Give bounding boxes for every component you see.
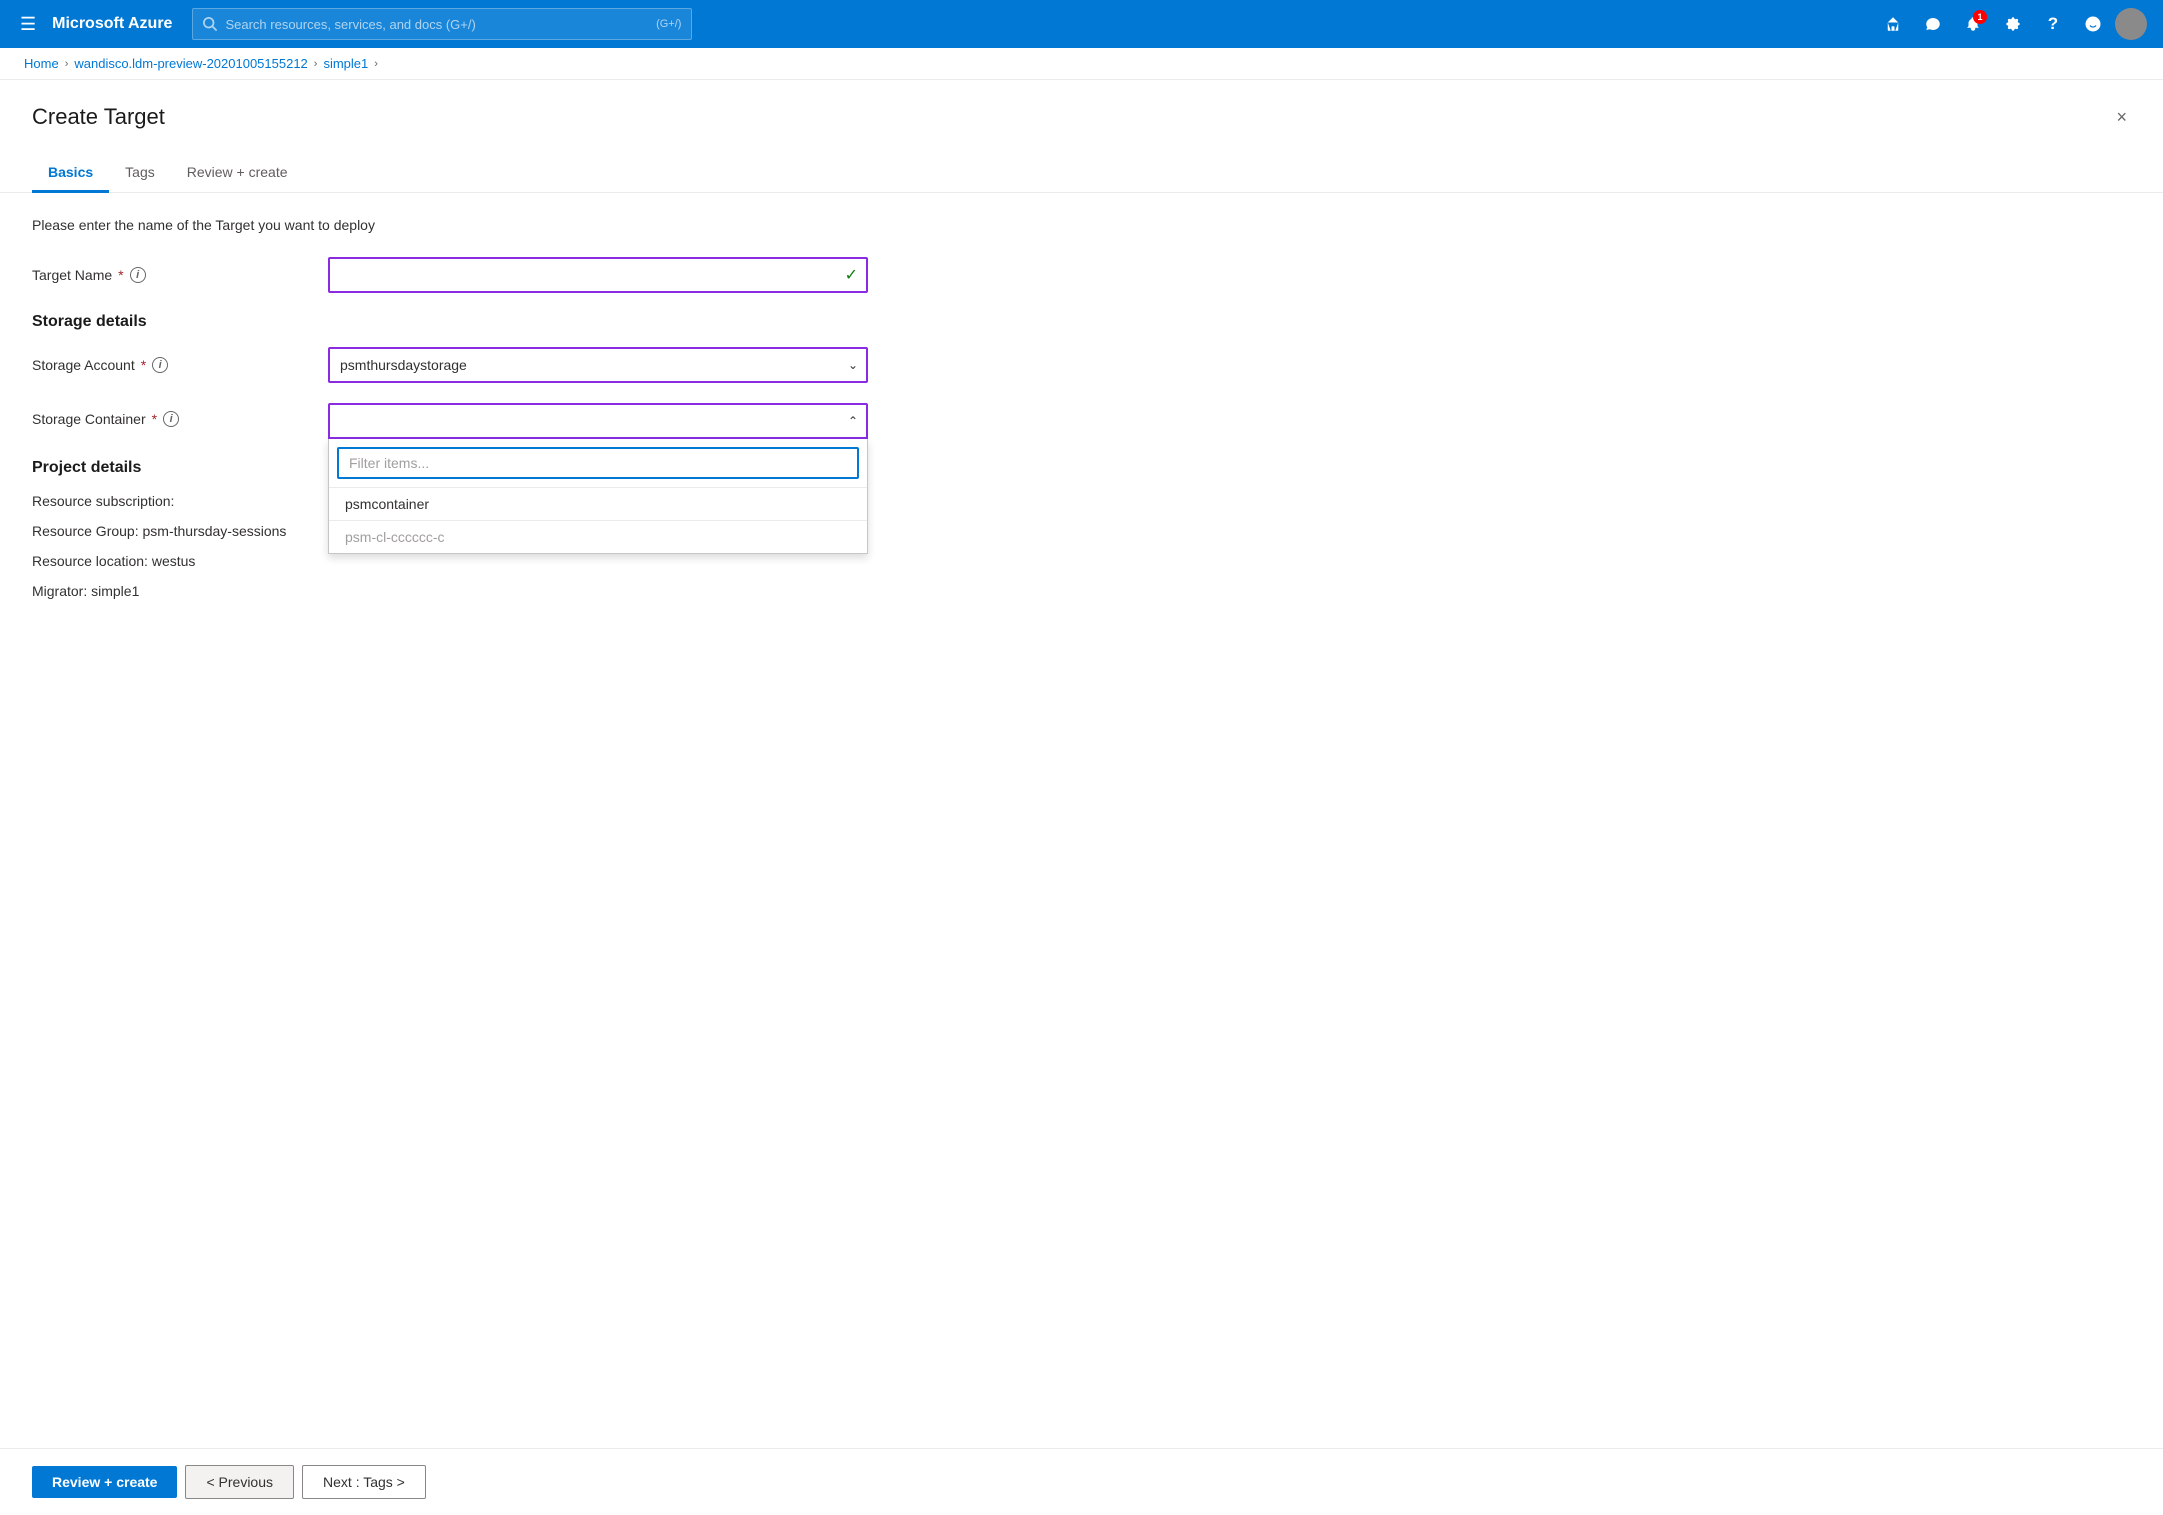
filter-input-wrapper (329, 439, 867, 488)
storage-container-label: Storage Container * i (32, 411, 312, 427)
next-button[interactable]: Next : Tags > (302, 1465, 426, 1499)
main-content: Create Target × Basics Tags Review + cre… (0, 80, 2163, 1515)
dialog-header: Create Target × (0, 80, 2163, 130)
storage-account-dropdown[interactable]: psmthursdaystorage (328, 347, 868, 383)
search-shortcut: (G+/) (656, 18, 681, 30)
search-bar[interactable]: (G+/) (192, 8, 692, 40)
migrator: Migrator: simple1 (32, 583, 2131, 599)
breadcrumb-sep-3: › (374, 58, 378, 70)
brand-logo: Microsoft Azure (52, 15, 172, 33)
target-name-row: Target Name * i target1 ✓ (32, 257, 2131, 293)
form-description: Please enter the name of the Target you … (32, 217, 2131, 233)
feedback-icon[interactable] (1915, 6, 1951, 42)
target-name-input-wrapper: target1 ✓ (328, 257, 868, 293)
breadcrumb: Home › wandisco.ldm-preview-202010051552… (0, 48, 2163, 80)
resource-subscription-label: Resource subscription: (32, 493, 174, 509)
review-create-button[interactable]: Review + create (32, 1466, 177, 1498)
cloud-shell-icon[interactable] (1875, 6, 1911, 42)
target-name-input[interactable]: target1 (328, 257, 868, 293)
storage-account-required: * (141, 357, 146, 373)
notification-badge: 1 (1973, 10, 1987, 24)
tab-review-create[interactable]: Review + create (171, 154, 304, 193)
storage-account-dropdown-wrapper: psmthursdaystorage ⌄ (328, 347, 868, 383)
storage-container-row: Storage Container * i ⌃ psmcontainer psm… (32, 403, 2131, 439)
resource-location: Resource location: westus (32, 553, 2131, 569)
dropdown-item-partial: psm-cl-cccccc-c (329, 520, 867, 553)
help-icon[interactable]: ? (2035, 6, 2071, 42)
search-input[interactable] (225, 17, 648, 32)
breadcrumb-sep-1: › (65, 58, 69, 70)
storage-account-row: Storage Account * i psmthursdaystorage ⌄ (32, 347, 2131, 383)
top-navigation: ☰ Microsoft Azure (G+/) 1 ? (0, 0, 2163, 48)
resource-group-label: Resource Group: psm-thursday-sessions (32, 523, 286, 539)
resource-location-label: Resource location: westus (32, 553, 195, 569)
notifications-icon[interactable]: 1 (1955, 6, 1991, 42)
form-body: Please enter the name of the Target you … (0, 193, 2163, 1448)
nav-icons: 1 ? (1875, 6, 2147, 42)
storage-container-dropdown[interactable] (328, 403, 868, 439)
breadcrumb-simple1[interactable]: simple1 (323, 56, 368, 71)
tab-tags[interactable]: Tags (109, 154, 171, 193)
target-name-info-icon[interactable]: i (130, 267, 146, 283)
breadcrumb-home[interactable]: Home (24, 56, 59, 71)
storage-container-info-icon[interactable]: i (163, 411, 179, 427)
filter-input[interactable] (337, 447, 859, 479)
storage-container-panel: psmcontainer psm-cl-cccccc-c (328, 439, 868, 554)
feedback2-icon[interactable] (2075, 6, 2111, 42)
storage-account-label-text: Storage Account (32, 357, 135, 373)
previous-button[interactable]: < Previous (185, 1465, 294, 1499)
target-name-label: Target Name * i (32, 267, 312, 283)
dropdown-item-psmcontainer[interactable]: psmcontainer (329, 488, 867, 520)
breadcrumb-sep-2: › (314, 58, 318, 70)
user-avatar[interactable] (2115, 8, 2147, 40)
storage-container-dropdown-wrapper: ⌃ psmcontainer psm-cl-cccccc-c (328, 403, 868, 439)
storage-container-required: * (152, 411, 157, 427)
tabs-bar: Basics Tags Review + create (0, 130, 2163, 193)
target-name-label-text: Target Name (32, 267, 112, 283)
breadcrumb-resource[interactable]: wandisco.ldm-preview-20201005155212 (74, 56, 307, 71)
storage-account-value: psmthursdaystorage (340, 357, 467, 373)
hamburger-menu[interactable]: ☰ (16, 10, 40, 39)
dialog-footer: Review + create < Previous Next : Tags > (0, 1448, 2163, 1515)
settings-icon[interactable] (1995, 6, 2031, 42)
tab-basics[interactable]: Basics (32, 154, 109, 193)
search-icon (203, 17, 217, 31)
storage-account-info-icon[interactable]: i (152, 357, 168, 373)
storage-account-label: Storage Account * i (32, 357, 312, 373)
close-button[interactable]: × (2112, 104, 2131, 130)
dialog-title: Create Target (32, 104, 165, 130)
storage-container-label-text: Storage Container (32, 411, 146, 427)
target-name-required: * (118, 267, 123, 283)
storage-details-section-title: Storage details (32, 313, 2131, 331)
migrator-label: Migrator: simple1 (32, 583, 139, 599)
target-name-check-icon: ✓ (845, 265, 858, 285)
